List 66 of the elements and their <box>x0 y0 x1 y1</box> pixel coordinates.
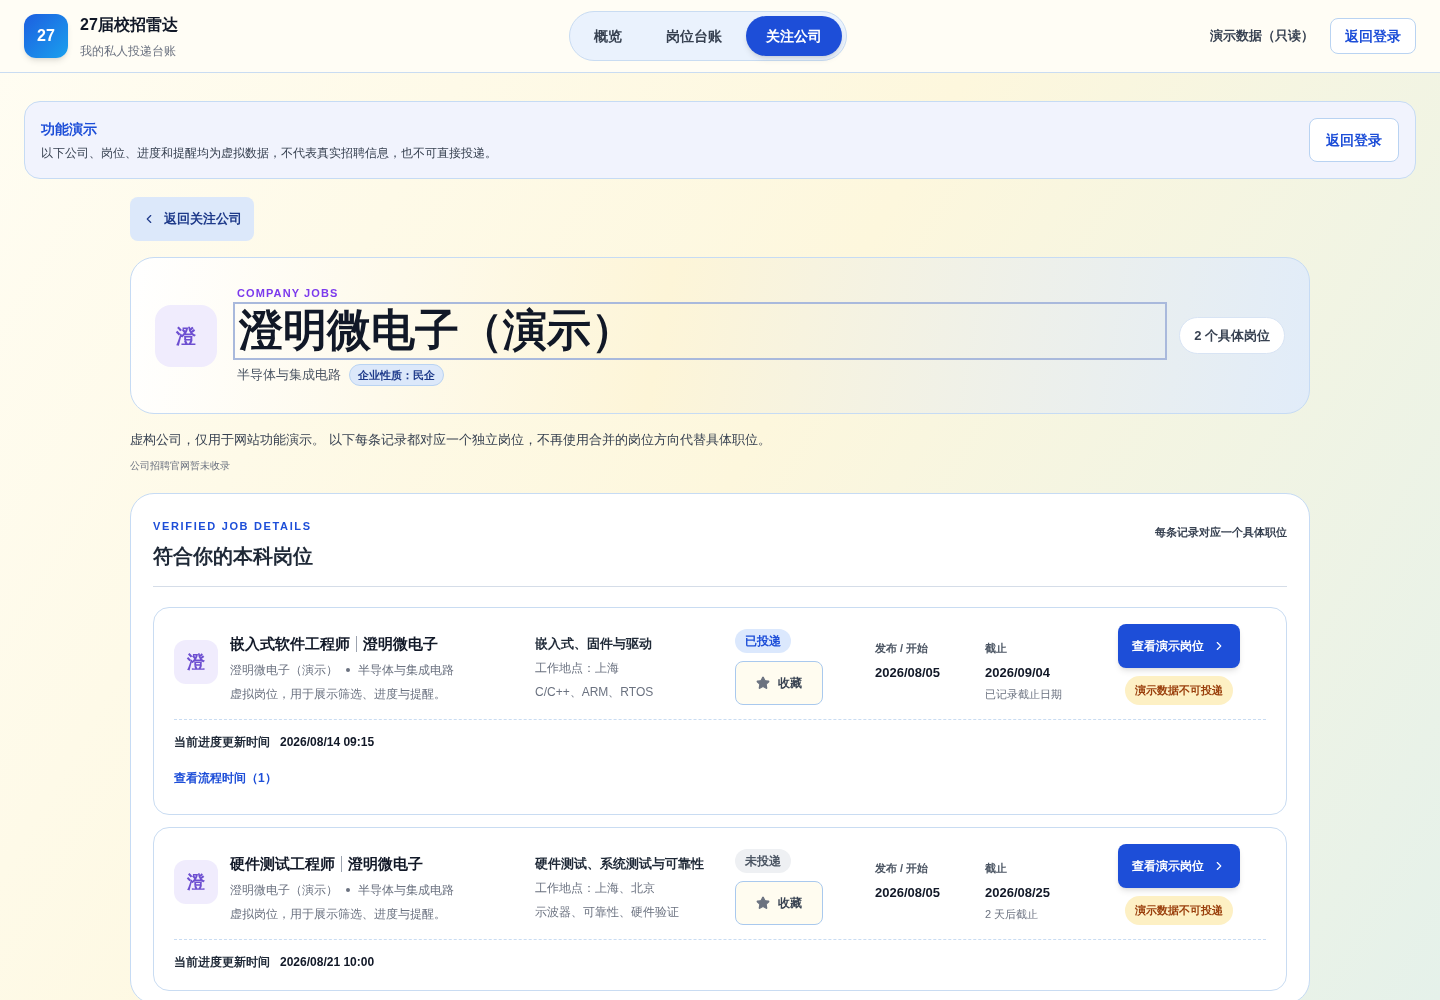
company-avatar: 澄 <box>174 640 218 684</box>
job-description: 虚拟岗位，用于展示筛选、进度与提醒。 <box>230 906 447 922</box>
favorite-button[interactable]: 收藏 <box>735 661 823 705</box>
start-date: 2026/08/05 <box>875 663 942 682</box>
progress-time: 2026/08/14 09:15 <box>280 734 375 750</box>
job-title: 嵌入式软件工程师 <box>230 634 350 654</box>
star-icon <box>756 896 770 910</box>
company-avatar: 澄 <box>174 860 218 904</box>
login-button[interactable]: 返回登录 <box>1330 18 1416 54</box>
job-company: 澄明微电子 <box>363 634 438 654</box>
section-note: 每条记录对应一个具体职位 <box>1155 524 1287 540</box>
deadline-note: 2 天后截止 <box>985 907 1040 922</box>
job-direction: 硬件测试、系统测试与可靠性 <box>535 855 705 873</box>
industry-text: 半导体与集成电路 <box>237 366 341 384</box>
view-job-button[interactable]: 查看演示岗位 <box>1118 624 1240 668</box>
warning-badge: 演示数据不可投递 <box>1125 896 1233 925</box>
company-avatar: 澄 <box>155 304 217 367</box>
favorite-button[interactable]: 收藏 <box>735 881 823 925</box>
status-badge: 未投递 <box>735 849 791 873</box>
deadline-label: 截止 <box>985 861 1008 876</box>
eyebrow-label: COMPANY JOBS <box>237 286 340 301</box>
login-button[interactable]: 返回登录 <box>1309 118 1399 162</box>
view-job-button[interactable]: 查看演示岗位 <box>1118 844 1240 888</box>
job-direction: 嵌入式、固件与驱动 <box>535 635 653 653</box>
notice-text: 以下公司、岗位、进度和提醒均为虚拟数据，不代表真实招聘信息，也不可直接投递。 <box>41 145 497 161</box>
star-icon <box>756 676 770 690</box>
industry-text: 半导体与集成电路 <box>358 662 454 678</box>
deadline-note: 已记录截止日期 <box>985 687 1063 702</box>
app-logo: 27 <box>24 14 68 58</box>
deadline-date: 2026/09/04 <box>985 663 1052 682</box>
app-subtitle: 我的私人投递台账 <box>80 43 177 59</box>
start-label: 发布 / 开始 <box>875 641 930 656</box>
job-location: 工作地点：上海、北京 <box>535 880 656 896</box>
progress-label: 当前进度更新时间 <box>174 734 270 750</box>
eyebrow-label: VERIFIED JOB DETAILS <box>153 518 313 534</box>
section-title: 符合你的本科岗位 <box>153 544 313 569</box>
job-location: 工作地点：上海 <box>535 660 620 676</box>
company-description: 虚构公司，仅用于网站功能演示。 以下每条记录都对应一个独立岗位，不再使用合并的岗位方向代替具体职位。 <box>130 431 772 449</box>
start-label: 发布 / 开始 <box>875 861 930 876</box>
back-button[interactable]: 返回关注公司 <box>130 197 254 241</box>
job-description: 虚拟岗位，用于展示筛选、进度与提醒。 <box>230 686 447 702</box>
job-company: 澄明微电子 <box>348 854 423 874</box>
mode-label: 演示数据（只读） <box>1210 27 1314 46</box>
company-name: 澄明微电子（演示） <box>233 301 1168 360</box>
company-name: 澄明微电子（演示） <box>230 882 338 898</box>
start-date: 2026/08/05 <box>875 883 942 902</box>
app-title: 27届校招雷达 <box>80 15 178 35</box>
timeline-link[interactable]: 查看流程时间（1） <box>174 770 277 786</box>
warning-badge: 演示数据不可投递 <box>1125 676 1233 705</box>
job-title: 硬件测试工程师 <box>230 854 335 874</box>
deadline-date: 2026/08/25 <box>985 883 1052 902</box>
industry-text: 半导体与集成电路 <box>358 882 454 898</box>
progress-time: 2026/08/21 10:00 <box>280 954 375 970</box>
status-badge: 已投递 <box>735 629 791 653</box>
nav-tab[interactable]: 概览 <box>573 16 642 56</box>
company-type-tag: 企业性质：民企 <box>349 363 444 386</box>
job-count-badge: 2 个具体岗位 <box>1179 316 1285 355</box>
site-note: 公司招聘官网暂未收录 <box>130 458 231 473</box>
nav-tab[interactable]: 岗位台账 <box>645 16 742 56</box>
notice-title: 功能演示 <box>41 120 98 139</box>
job-skills: C/C++、ARM、RTOS <box>535 684 655 700</box>
progress-label: 当前进度更新时间 <box>174 954 270 970</box>
job-skills: 示波器、可靠性、硬件验证 <box>535 904 680 920</box>
nav-tab[interactable]: 关注公司 <box>745 16 842 56</box>
deadline-label: 截止 <box>985 641 1008 656</box>
company-name: 澄明微电子（演示） <box>230 662 338 678</box>
